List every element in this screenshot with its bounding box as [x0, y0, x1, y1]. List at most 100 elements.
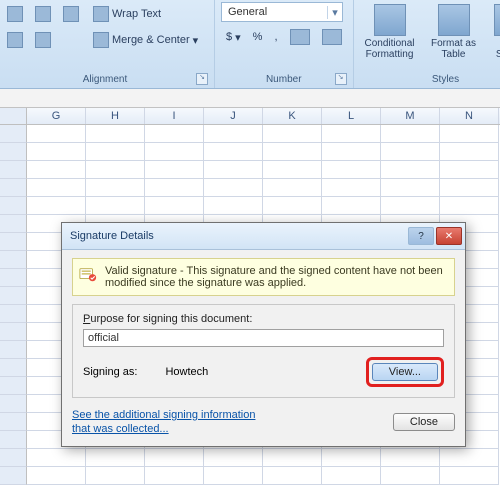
- cell[interactable]: [263, 467, 322, 485]
- row-header[interactable]: [0, 323, 27, 341]
- row-header[interactable]: [0, 359, 27, 377]
- row-header[interactable]: [0, 251, 27, 269]
- cell[interactable]: [322, 143, 381, 161]
- cell[interactable]: [440, 161, 499, 179]
- conditional-formatting-btn[interactable]: Conditional Formatting: [360, 2, 420, 60]
- column-header[interactable]: G: [27, 108, 86, 124]
- cell[interactable]: [86, 143, 145, 161]
- cell[interactable]: [381, 449, 440, 467]
- row-header[interactable]: [0, 269, 27, 287]
- cell[interactable]: [86, 467, 145, 485]
- column-header[interactable]: J: [204, 108, 263, 124]
- row-header[interactable]: [0, 431, 27, 449]
- align-top-btn[interactable]: [2, 2, 28, 26]
- row-header[interactable]: [0, 143, 27, 161]
- increase-decimal-btn[interactable]: [285, 25, 315, 49]
- cell[interactable]: [145, 197, 204, 215]
- row-header[interactable]: [0, 233, 27, 251]
- cell[interactable]: [86, 125, 145, 143]
- formula-bar[interactable]: [0, 89, 500, 108]
- column-header[interactable]: N: [440, 108, 499, 124]
- cell[interactable]: [27, 161, 86, 179]
- cell[interactable]: [263, 125, 322, 143]
- cell[interactable]: [204, 467, 263, 485]
- cell[interactable]: [381, 161, 440, 179]
- cell[interactable]: [145, 161, 204, 179]
- cell[interactable]: [440, 143, 499, 161]
- cell[interactable]: [322, 125, 381, 143]
- cell[interactable]: [263, 161, 322, 179]
- cell[interactable]: [204, 179, 263, 197]
- merge-center-btn[interactable]: Merge & Center ▾: [88, 28, 208, 52]
- align-bottom-btn[interactable]: [58, 2, 84, 26]
- row-header[interactable]: [0, 125, 27, 143]
- wrap-text-btn[interactable]: Wrap Text: [88, 2, 208, 26]
- cell[interactable]: [204, 125, 263, 143]
- cell[interactable]: [263, 143, 322, 161]
- cell[interactable]: [322, 179, 381, 197]
- decrease-decimal-btn[interactable]: [317, 25, 347, 49]
- cell[interactable]: [27, 143, 86, 161]
- view-certificate-button[interactable]: View...: [372, 363, 438, 381]
- alignment-dialog-launcher[interactable]: ↘: [196, 73, 208, 85]
- row-header[interactable]: [0, 341, 27, 359]
- column-header[interactable]: H: [86, 108, 145, 124]
- cell[interactable]: [86, 161, 145, 179]
- cell[interactable]: [145, 143, 204, 161]
- cell[interactable]: [145, 467, 204, 485]
- cell[interactable]: [86, 449, 145, 467]
- cell[interactable]: [322, 161, 381, 179]
- dialog-help-button[interactable]: ?: [408, 227, 434, 245]
- cell[interactable]: [27, 125, 86, 143]
- cell[interactable]: [440, 125, 499, 143]
- cell[interactable]: [381, 197, 440, 215]
- indent-dec-btn[interactable]: [2, 28, 28, 52]
- row-header[interactable]: [0, 287, 27, 305]
- cell[interactable]: [322, 467, 381, 485]
- cell[interactable]: [145, 449, 204, 467]
- cell[interactable]: [381, 179, 440, 197]
- cell[interactable]: [27, 449, 86, 467]
- row-header[interactable]: [0, 179, 27, 197]
- align-middle-btn[interactable]: [30, 2, 56, 26]
- row-header[interactable]: [0, 305, 27, 323]
- row-header[interactable]: [0, 215, 27, 233]
- cell[interactable]: [263, 449, 322, 467]
- cell[interactable]: [322, 449, 381, 467]
- cell[interactable]: [27, 197, 86, 215]
- cell[interactable]: [440, 179, 499, 197]
- cell[interactable]: [145, 125, 204, 143]
- comma-btn[interactable]: ,: [269, 25, 282, 49]
- column-header[interactable]: M: [381, 108, 440, 124]
- cell[interactable]: [322, 197, 381, 215]
- row-header[interactable]: [0, 377, 27, 395]
- row-header[interactable]: [0, 161, 27, 179]
- format-as-table-btn[interactable]: Format as Table: [424, 2, 484, 60]
- close-button[interactable]: Close: [393, 413, 455, 431]
- number-dialog-launcher[interactable]: ↘: [335, 73, 347, 85]
- cell[interactable]: [204, 161, 263, 179]
- indent-inc-btn[interactable]: [30, 28, 56, 52]
- column-header[interactable]: L: [322, 108, 381, 124]
- purpose-input[interactable]: [83, 329, 444, 347]
- cell[interactable]: [263, 197, 322, 215]
- cell[interactable]: [204, 143, 263, 161]
- cell[interactable]: [204, 449, 263, 467]
- cell[interactable]: [381, 143, 440, 161]
- cell[interactable]: [145, 179, 204, 197]
- percent-btn[interactable]: %: [248, 25, 268, 49]
- cell-styles-btn[interactable]: Cell Styles: [488, 2, 500, 60]
- currency-btn[interactable]: $ ▾: [221, 25, 246, 49]
- cell[interactable]: [440, 197, 499, 215]
- cell[interactable]: [440, 467, 499, 485]
- row-header[interactable]: [0, 413, 27, 431]
- number-format-combo[interactable]: General ▾: [221, 2, 343, 22]
- cell[interactable]: [381, 467, 440, 485]
- row-header[interactable]: [0, 467, 27, 485]
- row-header[interactable]: [0, 197, 27, 215]
- cell[interactable]: [86, 179, 145, 197]
- cell[interactable]: [27, 179, 86, 197]
- cell[interactable]: [86, 197, 145, 215]
- select-all-cell[interactable]: [0, 108, 27, 124]
- dialog-close-button[interactable]: ✕: [436, 227, 462, 245]
